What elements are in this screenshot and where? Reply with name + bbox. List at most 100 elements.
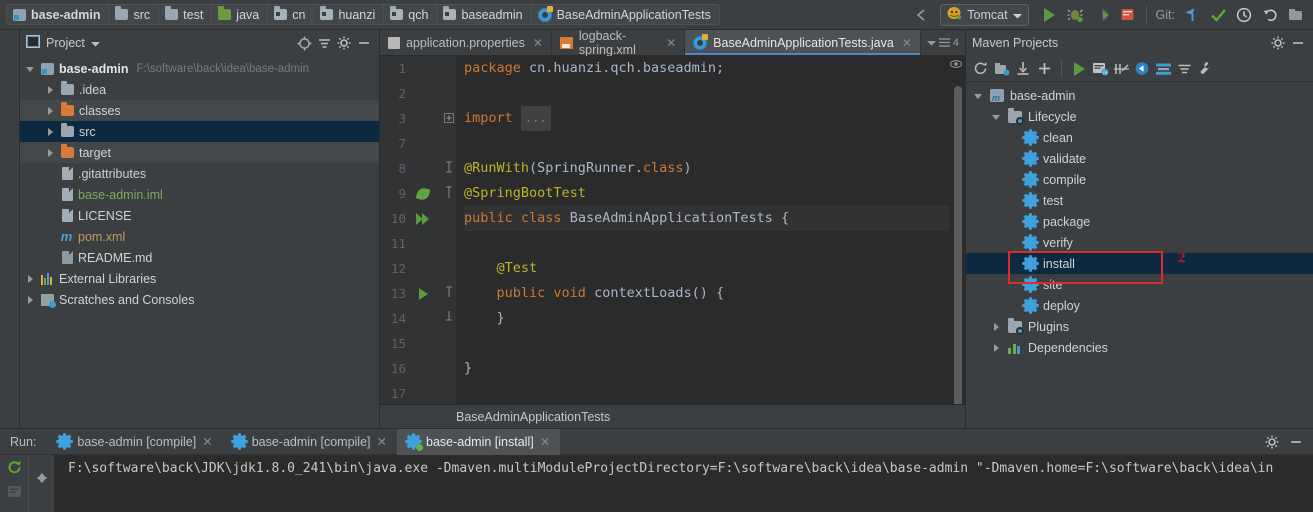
maven-goal-verify[interactable]: verify [966,232,1313,253]
breadcrumb-item-huanzi[interactable]: huanzi [314,4,385,25]
chevron-right-icon[interactable] [46,106,56,116]
spring-leaf-icon[interactable] [415,186,431,201]
scroll-up-icon[interactable] [36,459,47,479]
tab-application-properties[interactable]: application.properties ✕ [380,30,552,55]
run-maven-build-icon[interactable] [1070,60,1088,78]
tree-item-target[interactable]: target [20,142,379,163]
fold-collapse-icon[interactable] [444,161,454,176]
code-editor[interactable]: 1 2 3 7 8 9 10 11 12 13 14 15 16 17 pack… [380,56,965,404]
fold-end-icon[interactable] [444,311,454,326]
run-tab-compile-2[interactable]: base-admin [compile] ✕ [223,429,397,455]
chevron-down-icon[interactable] [974,91,984,101]
run-icon[interactable] [1037,2,1063,28]
history-icon[interactable] [1231,2,1257,28]
hide-icon[interactable] [1289,34,1307,52]
scroll-down-icon[interactable] [36,477,47,497]
breadcrumb-item-class[interactable]: BaseAdminApplicationTests [531,4,720,25]
maven-goal-compile[interactable]: compile [966,169,1313,190]
close-icon[interactable]: ✕ [902,36,912,50]
tree-item-classes[interactable]: classes [20,100,379,121]
folded-imports[interactable]: ... [520,106,551,131]
close-icon[interactable]: ✕ [202,434,212,449]
chevron-right-icon[interactable] [26,274,36,284]
tree-item-base-admin-iml[interactable]: base-admin.iml [20,184,379,205]
update-project-icon[interactable] [1179,2,1205,28]
tree-item-scratches[interactable]: Scratches and Consoles [20,289,379,310]
tab-logback-spring-xml[interactable]: logback-spring.xml ✕ [552,29,686,57]
maven-item-dependencies[interactable]: Dependencies [966,337,1313,358]
preview-eye-icon[interactable] [950,58,962,68]
chevron-right-icon[interactable] [992,322,1002,332]
breadcrumb-item-base-admin[interactable]: base-admin [6,4,110,25]
stop-icon[interactable] [6,483,22,499]
fold-column[interactable] [442,56,456,404]
run-configuration-selector[interactable]: Tomcat [940,3,1029,26]
fold-collapse-icon[interactable] [444,186,454,201]
code-text[interactable]: package cn.huanzi.qch.baseadmin; import … [456,56,949,404]
chevron-right-icon[interactable] [46,148,56,158]
maven-item-lifecycle[interactable]: Lifecycle [966,106,1313,127]
show-dependencies-icon[interactable] [1154,60,1172,78]
settings-icon[interactable] [1283,2,1309,28]
collapse-all-icon[interactable] [315,34,333,52]
run-all-tests-icon[interactable] [416,212,430,225]
run-test-icon[interactable] [418,287,428,300]
tree-item-external-libraries[interactable]: External Libraries [20,268,379,289]
commit-icon[interactable] [1205,2,1231,28]
editor-vertical-scrollbar[interactable] [954,86,962,404]
maven-goal-site[interactable]: site [966,274,1313,295]
gear-icon[interactable] [1263,433,1281,451]
maven-goal-validate[interactable]: validate [966,148,1313,169]
maven-item-base-admin[interactable]: base-admin [966,85,1313,106]
breadcrumb-item-qch[interactable]: qch [384,4,438,25]
hide-icon[interactable] [355,34,373,52]
fold-expand-icon[interactable] [444,112,454,126]
breadcrumb-item-src[interactable]: src [109,4,160,25]
tree-item-pom-xml[interactable]: m pom.xml [20,226,379,247]
tab-overflow-button[interactable]: 4 [921,30,965,55]
back-arrow-icon[interactable] [908,2,934,28]
maven-goal-package[interactable]: package [966,211,1313,232]
breadcrumb-item-java[interactable]: java [212,4,269,25]
chevron-right-icon[interactable] [46,85,56,95]
chevron-right-icon[interactable] [46,127,56,137]
toggle-offline-icon[interactable] [1133,60,1151,78]
download-sources-icon[interactable] [1014,60,1032,78]
run-tab-install[interactable]: base-admin [install] ✕ [397,428,561,455]
close-icon[interactable]: ✕ [377,434,387,449]
locate-icon[interactable] [295,34,313,52]
tree-item-license[interactable]: LICENSE [20,205,379,226]
tree-item-idea[interactable]: .idea [20,79,379,100]
run-with-coverage-icon[interactable] [1089,2,1115,28]
debug-icon[interactable] [1063,2,1089,28]
maven-item-plugins[interactable]: Plugins [966,316,1313,337]
editor-scroll-area[interactable] [949,56,965,404]
generate-sources-icon[interactable] [993,60,1011,78]
breadcrumb-item-test[interactable]: test [159,4,213,25]
chevron-right-icon[interactable] [26,295,36,305]
chevron-down-icon[interactable] [992,112,1002,122]
toggle-skip-tests-icon[interactable] [1112,60,1130,78]
stop-icon[interactable] [1115,2,1141,28]
chevron-down-icon[interactable] [26,64,36,74]
breadcrumb-item-cn[interactable]: cn [268,4,315,25]
editor-gutter[interactable]: 1 2 3 7 8 9 10 11 12 13 14 15 16 17 [380,56,442,404]
chevron-down-icon[interactable] [90,36,100,50]
collapse-all-icon[interactable] [1175,60,1193,78]
rollback-icon[interactable] [1257,2,1283,28]
hide-icon[interactable] [1287,433,1305,451]
gear-icon[interactable] [335,34,353,52]
tree-item-gitattributes[interactable]: .gitattributes [20,163,379,184]
maven-settings-icon[interactable] [1196,60,1214,78]
close-icon[interactable]: ✕ [533,36,543,50]
maven-goal-deploy[interactable]: deploy [966,295,1313,316]
tree-item-readme[interactable]: README.md [20,247,379,268]
add-maven-project-icon[interactable] [1035,60,1053,78]
chevron-right-icon[interactable] [992,343,1002,353]
execute-goal-icon[interactable]: m [1091,60,1109,78]
maven-goal-install[interactable]: install [966,253,1313,274]
gear-icon[interactable] [1269,34,1287,52]
tree-item-src[interactable]: src [20,121,379,142]
close-icon[interactable]: ✕ [540,434,550,449]
reimport-icon[interactable] [972,60,990,78]
